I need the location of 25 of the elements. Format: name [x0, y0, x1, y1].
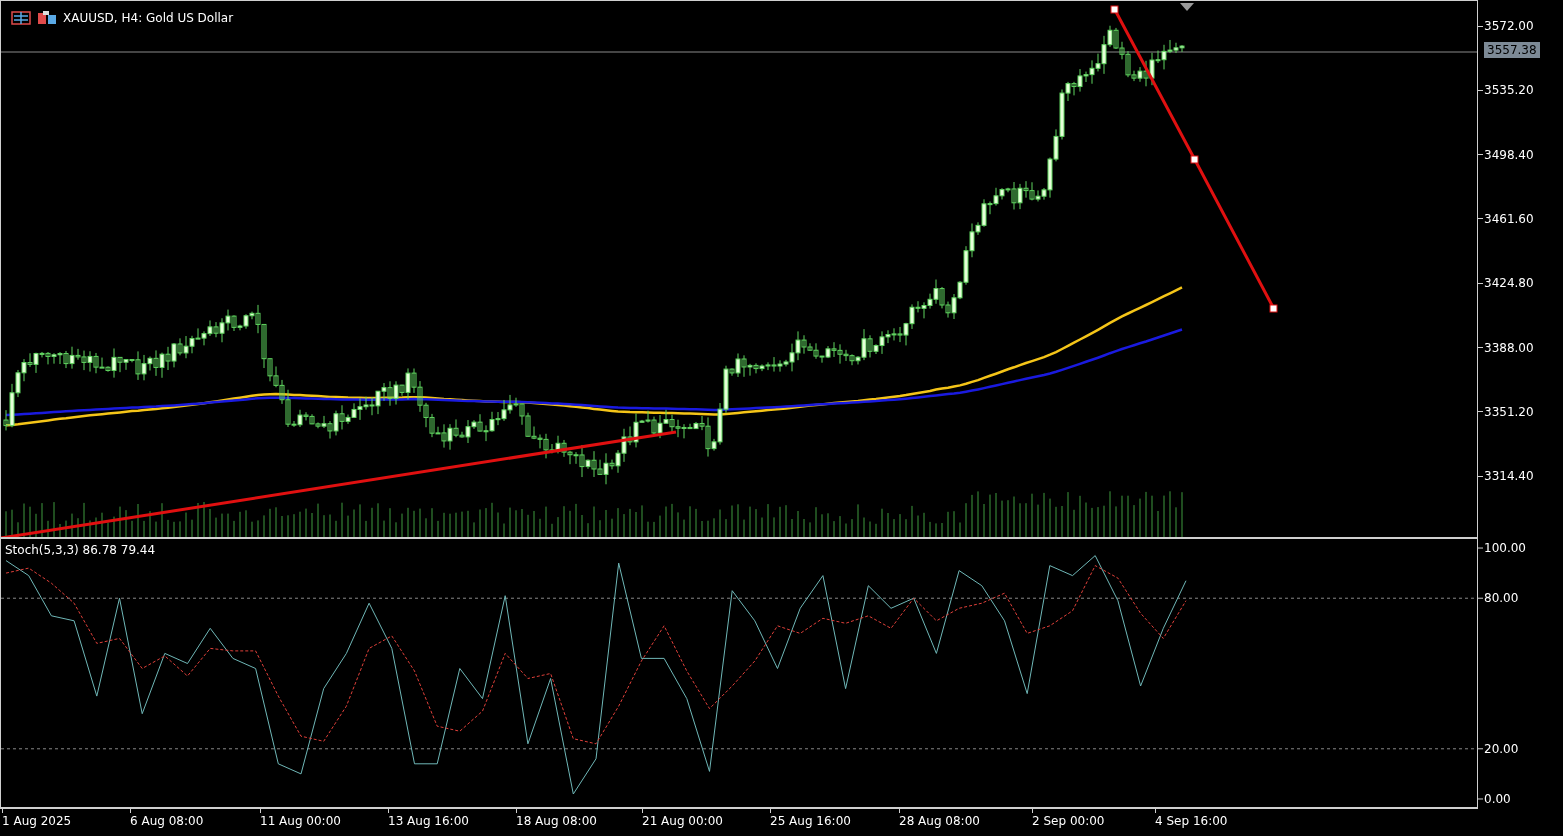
time-label: 28 Aug 08:00 — [899, 813, 980, 829]
axis-tick-label: 20.00 — [1484, 740, 1519, 757]
time-label: 2 Sep 00:00 — [1032, 813, 1105, 829]
time-label: 1 Aug 2025 — [2, 813, 72, 829]
price-label: 3351.20 — [1484, 403, 1534, 420]
time-label: 6 Aug 08:00 — [130, 813, 204, 829]
time-label: 4 Sep 16:00 — [1155, 813, 1228, 829]
time-label: 18 Aug 08:00 — [516, 813, 597, 829]
price-label: 3535.20 — [1484, 82, 1534, 99]
current-price-badge: 3557.38 — [1484, 42, 1540, 58]
axis-tick-label: 100.00 — [1484, 540, 1526, 557]
indicator-legend: Stoch(5,3,3) 86.78 79.44 — [5, 543, 156, 557]
price-label: 3388.00 — [1484, 339, 1534, 356]
price-label: 3424.80 — [1484, 275, 1534, 292]
time-label: 11 Aug 00:00 — [260, 813, 341, 829]
axis-tick-label: 0.00 — [1484, 790, 1511, 807]
price-label: 3314.40 — [1484, 468, 1534, 485]
time-label: 25 Aug 16:00 — [770, 813, 851, 829]
price-label: 3498.40 — [1484, 146, 1534, 163]
axis-tick-label: 80.00 — [1484, 590, 1519, 607]
price-label: 3572.00 — [1484, 18, 1534, 34]
chart-title: XAUUSD, H4: Gold US Dollar — [63, 11, 234, 25]
time-label: 13 Aug 16:00 — [388, 813, 469, 829]
price-label: 3461.60 — [1484, 210, 1534, 227]
time-label: 21 Aug 00:00 — [642, 813, 723, 829]
